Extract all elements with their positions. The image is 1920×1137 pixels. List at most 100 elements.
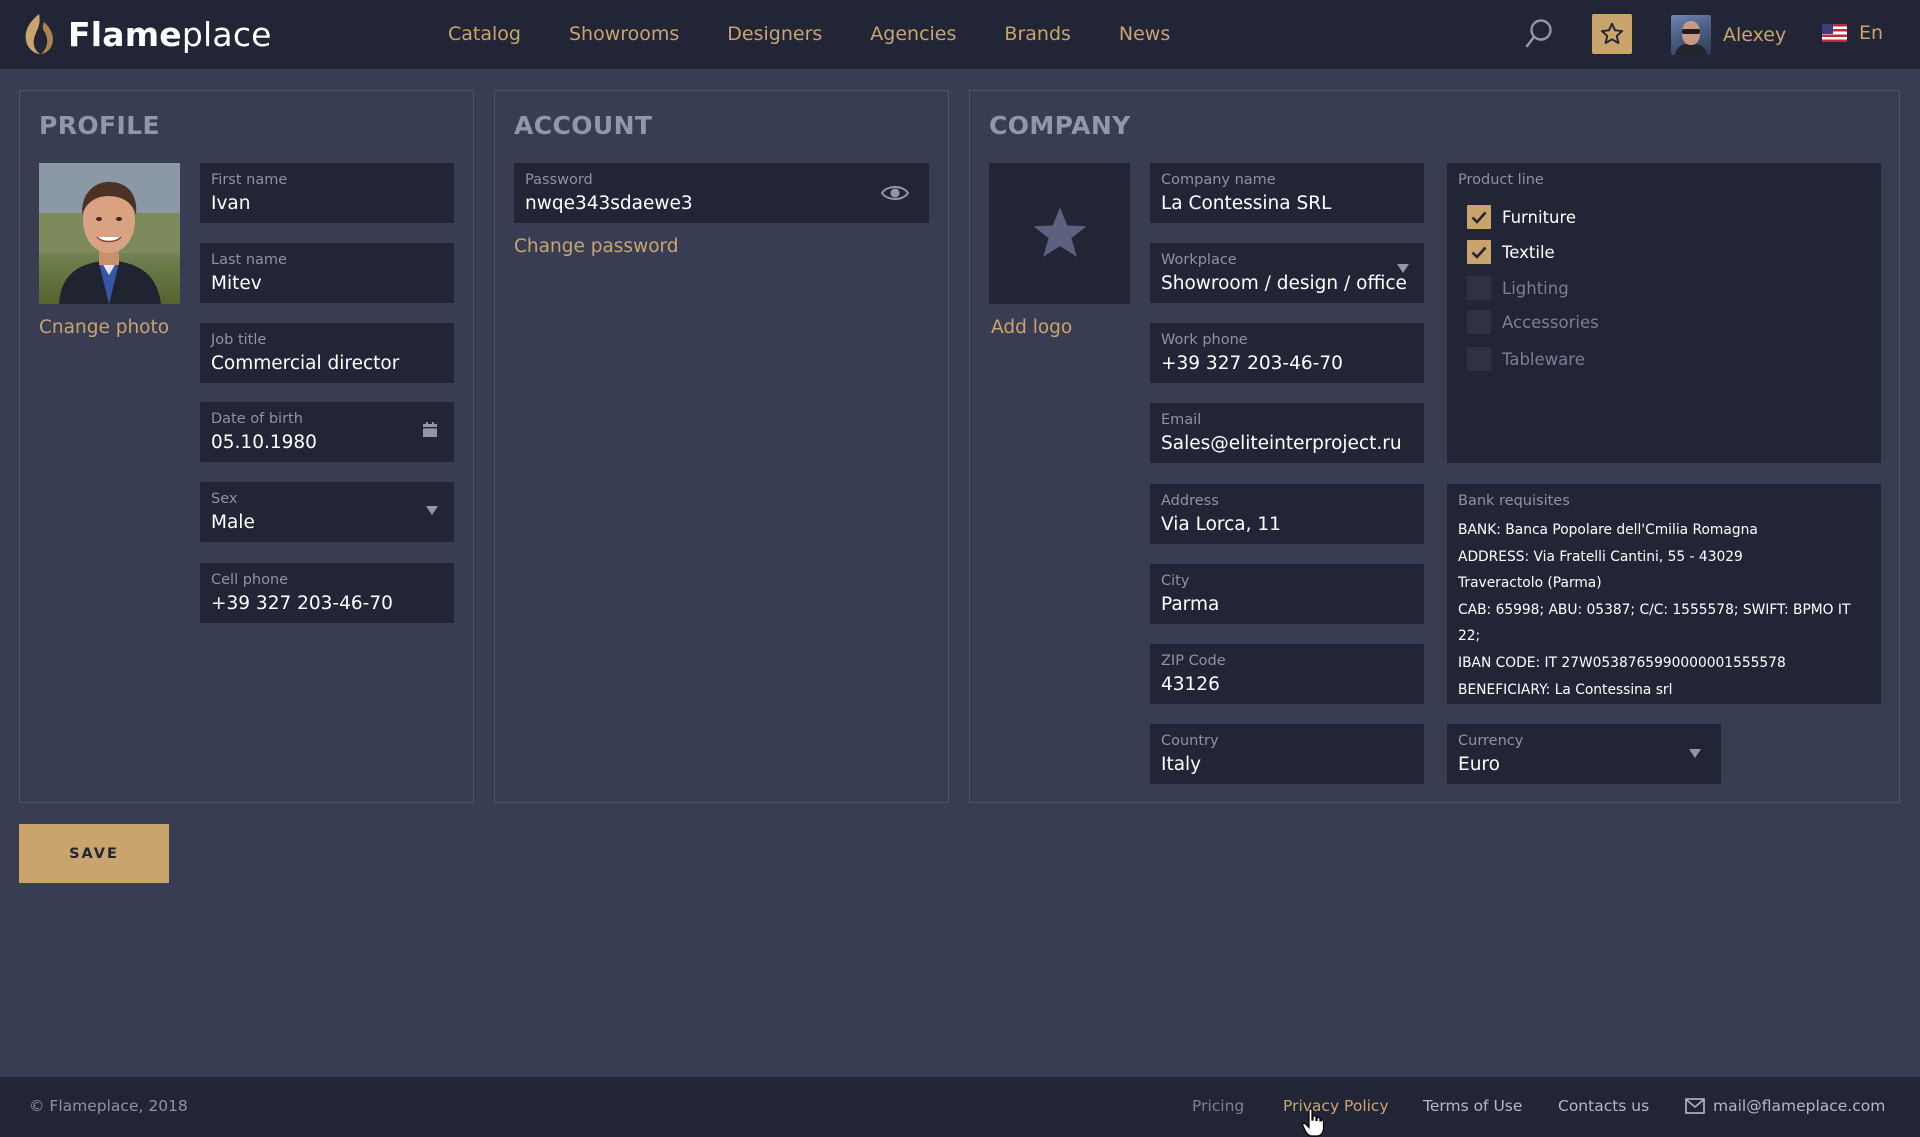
search-icon [1525, 19, 1552, 48]
last-name-label: Last name [211, 252, 287, 268]
city-field[interactable]: City Parma [1150, 564, 1424, 624]
calendar-icon [423, 422, 437, 437]
zip-code-field[interactable]: ZIP Code 43126 [1150, 644, 1424, 704]
footer-link-terms-of-use[interactable]: Terms of Use [1423, 1097, 1522, 1115]
product-line-group: Product line Furniture Textile Lighting … [1447, 163, 1881, 463]
work-phone-value: +39 327 203-46-70 [1161, 353, 1343, 374]
address-value: Via Lorca, 11 [1161, 514, 1281, 535]
company-logo-slot[interactable] [989, 163, 1130, 304]
email-value: Sales@eliteinterproject.ru [1161, 433, 1402, 454]
job-title-field[interactable]: Job title Commercial director [200, 323, 454, 383]
bank-line: Traveractolo (Parma) [1458, 575, 1602, 592]
work-phone-field[interactable]: Work phone +39 327 203-46-70 [1150, 323, 1424, 383]
add-logo-link[interactable]: Add logo [991, 317, 1072, 338]
nav-item-news[interactable]: News [1119, 23, 1170, 45]
date-of-birth-field[interactable]: Date of birth 05.10.1980 [200, 402, 454, 462]
workplace-value: Showroom / design / office [1161, 273, 1407, 294]
job-title-value: Commercial director [211, 353, 400, 374]
change-password-link[interactable]: Change password [514, 236, 679, 257]
email-label: Email [1161, 412, 1202, 428]
password-label: Password [525, 172, 593, 188]
checkbox-label: Lighting [1502, 278, 1569, 298]
company-name-label: Company name [1161, 172, 1276, 188]
company-title: COMPANY [989, 111, 1131, 140]
brand-logo[interactable]: Flameplace [22, 12, 272, 56]
checkbox-lighting[interactable]: Lighting [1467, 276, 1569, 300]
footer-link-contacts-us[interactable]: Contacts us [1558, 1097, 1649, 1115]
language-selector[interactable]: En [1822, 22, 1883, 44]
calendar-button[interactable] [422, 422, 438, 442]
nav-item-designers[interactable]: Designers [727, 23, 822, 45]
footer-email-text: mail@flameplace.com [1713, 1097, 1886, 1115]
workplace-label: Workplace [1161, 252, 1237, 268]
work-phone-label: Work phone [1161, 332, 1248, 348]
sex-value: Male [211, 512, 255, 533]
job-title-label: Job title [211, 332, 267, 348]
checkmark-icon [1471, 246, 1487, 259]
main-nav: Catalog Showrooms Designers Agencies Bra… [448, 23, 1218, 45]
footer-email-link[interactable]: mail@flameplace.com [1685, 1097, 1885, 1115]
address-field[interactable]: Address Via Lorca, 11 [1150, 484, 1424, 544]
email-field[interactable]: Email Sales@eliteinterproject.ru [1150, 403, 1424, 463]
city-value: Parma [1161, 594, 1220, 615]
brand-name: Flameplace [68, 14, 272, 54]
checkbox-tableware[interactable]: Tableware [1467, 347, 1585, 371]
checkmark-icon [1471, 211, 1487, 224]
currency-value: Euro [1458, 754, 1500, 775]
show-password-button[interactable] [880, 184, 910, 206]
bank-requisites-field[interactable]: Bank requisites BANK: Banca Popolare del… [1447, 484, 1881, 704]
sex-select[interactable]: Sex Male [200, 482, 454, 542]
workplace-select[interactable]: Workplace Showroom / design / office [1150, 243, 1424, 303]
zip-code-label: ZIP Code [1161, 653, 1226, 669]
company-name-value: La Contessina SRL [1161, 193, 1332, 214]
bank-requisites-label: Bank requisites [1458, 493, 1570, 509]
nav-item-catalog[interactable]: Catalog [448, 23, 521, 45]
first-name-field[interactable]: First name Ivan [200, 163, 454, 223]
checkbox-box [1467, 310, 1491, 334]
save-button[interactable]: SAVE [19, 824, 169, 883]
country-field[interactable]: Country Italy [1150, 724, 1424, 784]
date-of-birth-value: 05.10.1980 [211, 432, 317, 453]
footer-link-pricing[interactable]: Pricing [1192, 1097, 1244, 1115]
checkbox-box [1467, 240, 1491, 264]
person-photo-icon [39, 163, 180, 304]
checkbox-box [1467, 276, 1491, 300]
company-panel: COMPANY Add logo Company name La Contess… [969, 90, 1900, 803]
checkbox-label: Textile [1502, 242, 1555, 262]
nav-item-showrooms[interactable]: Showrooms [569, 23, 679, 45]
country-label: Country [1161, 733, 1219, 749]
country-value: Italy [1161, 754, 1202, 775]
nav-item-agencies[interactable]: Agencies [870, 23, 956, 45]
checkbox-box [1467, 347, 1491, 371]
last-name-field[interactable]: Last name Mitev [200, 243, 454, 303]
date-of-birth-label: Date of birth [211, 411, 303, 427]
chevron-down-icon [1397, 264, 1409, 273]
checkbox-textile[interactable]: Textile [1467, 240, 1555, 264]
bank-line: BANK: Banca Popolare dell'Cmilia Romagna [1458, 522, 1758, 538]
sex-label: Sex [211, 491, 238, 507]
copyright-text: © Flameplace, 2018 [29, 1097, 188, 1115]
favorites-button[interactable] [1592, 14, 1632, 54]
cell-phone-field[interactable]: Cell phone +39 327 203-46-70 [200, 563, 454, 623]
company-name-field[interactable]: Company name La Contessina SRL [1150, 163, 1424, 223]
search-button[interactable] [1524, 18, 1554, 50]
nav-item-brands[interactable]: Brands [1004, 23, 1071, 45]
checkbox-label: Accessories [1502, 312, 1599, 332]
user-menu[interactable]: Alexey [1671, 15, 1786, 55]
password-field[interactable]: Password nwqe343sdaewe3 [514, 163, 929, 223]
zip-code-value: 43126 [1161, 674, 1220, 695]
bank-requisites-text: BANK: Banca Popolare dell'Cmilia Romagna… [1458, 517, 1874, 703]
change-photo-link[interactable]: Cnange photo [39, 317, 169, 338]
currency-select[interactable]: Currency Euro [1447, 724, 1721, 784]
checkbox-furniture[interactable]: Furniture [1467, 205, 1576, 229]
footer-link-privacy-policy[interactable]: Privacy Policy [1283, 1097, 1389, 1115]
flame-logo-icon [25, 14, 53, 54]
star-icon [1032, 206, 1087, 257]
checkbox-accessories[interactable]: Accessories [1467, 310, 1599, 334]
cell-phone-label: Cell phone [211, 572, 289, 588]
bank-line: BENEFICIARY: La Contessina srl [1458, 681, 1673, 698]
user-name: Alexey [1723, 24, 1787, 46]
account-title: ACCOUNT [514, 111, 653, 140]
checkbox-label: Furniture [1502, 207, 1577, 227]
currency-label: Currency [1458, 733, 1524, 749]
